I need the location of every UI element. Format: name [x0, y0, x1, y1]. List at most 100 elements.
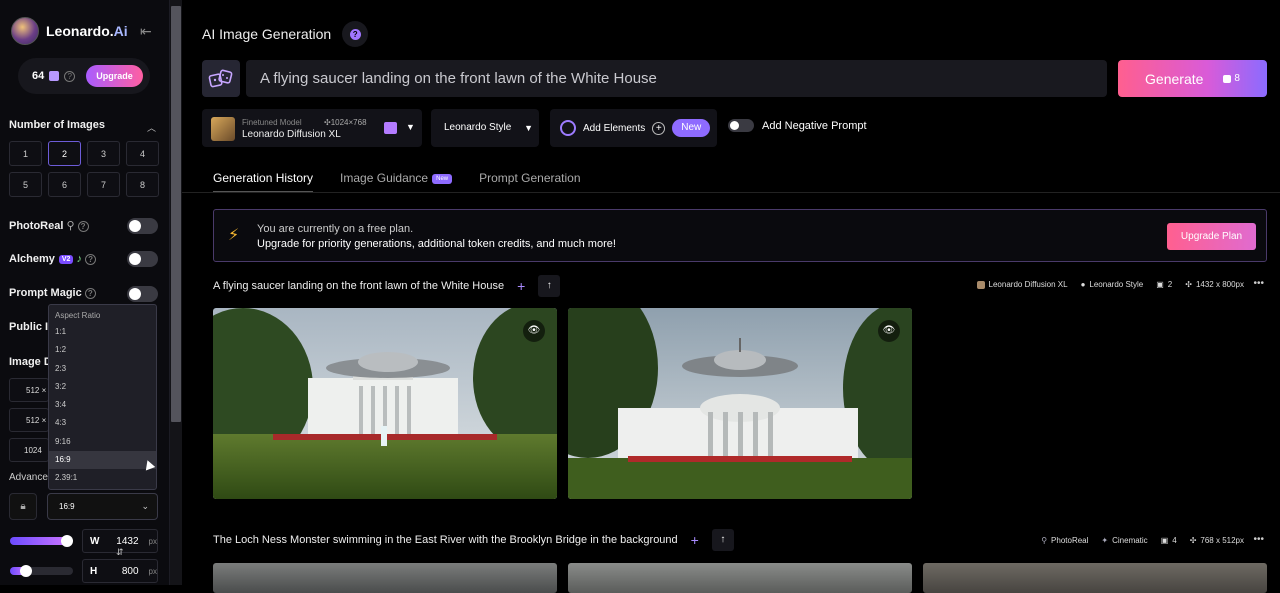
- alchemy-label: Alchemy V2 ♪ ?: [9, 253, 97, 265]
- aspect-ratio-option[interactable]: 2.39:1: [49, 469, 156, 487]
- dimension-option[interactable]: 512 ×: [9, 378, 49, 402]
- tab-prompt-generation[interactable]: Prompt Generation: [479, 171, 580, 185]
- help-icon: ?: [77, 220, 89, 232]
- arrow-up-icon[interactable]: ↑: [711, 529, 734, 551]
- generated-image[interactable]: 👁︎: [213, 308, 557, 499]
- generated-image[interactable]: 👁︎: [568, 308, 912, 499]
- image-count-option[interactable]: 3: [87, 141, 120, 166]
- lightning-icon: ⚡︎: [228, 227, 240, 244]
- alchemy-toggle[interactable]: [127, 251, 158, 267]
- generation-meta: ⚲ PhotoReal ✦ Cinematic ▣ 4 ✣ 768 x 512px: [1041, 536, 1244, 545]
- generation-prompt: A flying saucer landing on the front law…: [213, 280, 505, 292]
- prompt-magic-label: Prompt Magic ?: [9, 287, 96, 299]
- caret-down-icon: ▼: [524, 123, 533, 133]
- image-count-option[interactable]: 1: [9, 141, 42, 166]
- caret-down-icon[interactable]: ▼: [406, 122, 415, 132]
- lock-aspect-button[interactable]: 🔒︎: [9, 493, 37, 520]
- generated-image[interactable]: [213, 563, 557, 593]
- new-badge: New: [672, 119, 711, 137]
- atom-icon: [560, 120, 576, 136]
- app-logo[interactable]: Leonardo.Ai: [11, 17, 128, 45]
- photoreal-label: PhotoReal ⚲ ?: [9, 219, 89, 232]
- plus-icon[interactable]: +: [691, 532, 699, 548]
- upgrade-plan-button[interactable]: Upgrade Plan: [1167, 223, 1256, 250]
- aspect-ratio-option[interactable]: 2:3: [49, 360, 156, 378]
- image-count-option[interactable]: 2: [48, 141, 81, 166]
- aspect-ratio-option[interactable]: 9:16: [49, 433, 156, 451]
- upgrade-banner: ⚡︎ You are currently on a free plan. Upg…: [213, 209, 1267, 262]
- negative-prompt-toggle[interactable]: Add Negative Prompt: [728, 119, 867, 132]
- more-options-icon[interactable]: •••: [1253, 278, 1264, 289]
- style-icon: ●: [1080, 280, 1086, 289]
- eye-icon[interactable]: 👁︎: [523, 320, 545, 342]
- generation-meta: Leonardo Diffusion XL ● Leonardo Style ▣ 2…: [976, 280, 1244, 289]
- aspect-ratio-option[interactable]: 3:2: [49, 378, 156, 396]
- generate-button[interactable]: Generate 8: [1118, 60, 1267, 97]
- upgrade-button[interactable]: Upgrade: [86, 65, 143, 87]
- image-count-option[interactable]: 8: [126, 172, 159, 197]
- generated-image[interactable]: [568, 563, 912, 593]
- image-count-option[interactable]: 6: [48, 172, 81, 197]
- height-field[interactable]: H 800 px: [82, 559, 158, 583]
- main-panel: AI Image Generation ? A flying saucer la…: [182, 0, 1280, 593]
- dimension-option[interactable]: 1024 ×: [9, 438, 49, 462]
- public-images-label: Public I: [9, 321, 49, 333]
- width-slider[interactable]: [10, 535, 73, 547]
- token-coin-icon: [49, 71, 60, 81]
- tab-divider: [182, 192, 1280, 193]
- model-tag: Finetuned Model: [242, 118, 302, 127]
- aspect-ratio-option[interactable]: 1:2: [49, 341, 156, 359]
- more-options-icon[interactable]: •••: [1253, 534, 1264, 545]
- add-elements-button[interactable]: Add Elements + New: [550, 109, 717, 147]
- generation-header: The Loch Ness Monster swimming in the Ea…: [213, 529, 734, 551]
- random-prompt-button[interactable]: [202, 60, 240, 97]
- prompt-input[interactable]: A flying saucer landing on the front law…: [246, 60, 1107, 97]
- advanced-label: Advance: [9, 472, 48, 483]
- swap-dimensions-icon[interactable]: ⇵: [116, 547, 124, 558]
- chevron-up-icon[interactable]: ︿: [147, 121, 156, 134]
- help-icon[interactable]: ?: [342, 21, 369, 47]
- images-icon: ▣: [1160, 536, 1169, 545]
- model-size: ✣1024×768: [324, 118, 367, 127]
- plus-icon: +: [652, 121, 666, 135]
- token-balance: 64 ? Upgrade: [18, 58, 150, 94]
- model-settings-icon[interactable]: [384, 122, 397, 134]
- aspect-ratio-option[interactable]: 4:3: [49, 414, 156, 432]
- arrow-up-icon[interactable]: ↑: [538, 275, 561, 297]
- scroll-thumb[interactable]: [171, 6, 181, 422]
- help-icon: ?: [84, 287, 96, 299]
- aspect-ratio-option[interactable]: 1:1: [49, 323, 156, 341]
- sidebar: Leonardo.Ai ⇤ 64 ? Upgrade Number of Ima…: [0, 0, 170, 585]
- tab-image-guidance[interactable]: Image Guidance New: [340, 171, 453, 185]
- generated-image[interactable]: [923, 563, 1267, 593]
- tab-generation-history[interactable]: Generation History: [213, 171, 314, 193]
- plus-icon[interactable]: +: [517, 278, 525, 294]
- token-coin-icon: [1223, 74, 1232, 83]
- dimension-option[interactable]: 512 ×: [9, 408, 49, 432]
- help-icon[interactable]: ?: [64, 70, 76, 82]
- image-count-option[interactable]: 4: [126, 141, 159, 166]
- collapse-sidebar-icon[interactable]: ⇤: [140, 24, 156, 38]
- tab-bar: Generation History Image Guidance New Pro…: [213, 171, 581, 193]
- number-of-images-label: Number of Images: [9, 119, 105, 131]
- images-icon: ▣: [1156, 280, 1164, 289]
- size-icon: ✣: [1189, 536, 1197, 545]
- aspect-ratio-select[interactable]: 16:9 ⌄: [47, 493, 158, 520]
- photoreal-toggle[interactable]: [127, 218, 158, 234]
- image-count-option[interactable]: 5: [9, 172, 42, 197]
- model-selector[interactable]: Finetuned Model ✣1024×768 Leonardo Diffu…: [202, 109, 422, 147]
- prompt-magic-toggle[interactable]: [127, 286, 158, 302]
- eye-icon[interactable]: 👁︎: [878, 320, 900, 342]
- height-slider[interactable]: [10, 565, 73, 577]
- alchemy-version-badge: V2: [58, 254, 74, 264]
- dice-icon: [208, 69, 233, 87]
- size-icon: ✣: [1185, 280, 1192, 289]
- image-count-option[interactable]: 7: [87, 172, 120, 197]
- model-icon: [976, 280, 985, 289]
- sidebar-scrollbar[interactable]: [170, 0, 182, 585]
- camera-icon: ⚲: [66, 220, 75, 232]
- style-selector[interactable]: Leonardo Style ▼: [431, 109, 539, 147]
- aspect-ratio-header: Aspect Ratio: [55, 311, 101, 320]
- aspect-ratio-option[interactable]: 16:9: [49, 451, 156, 470]
- aspect-ratio-option[interactable]: 3:4: [49, 396, 156, 414]
